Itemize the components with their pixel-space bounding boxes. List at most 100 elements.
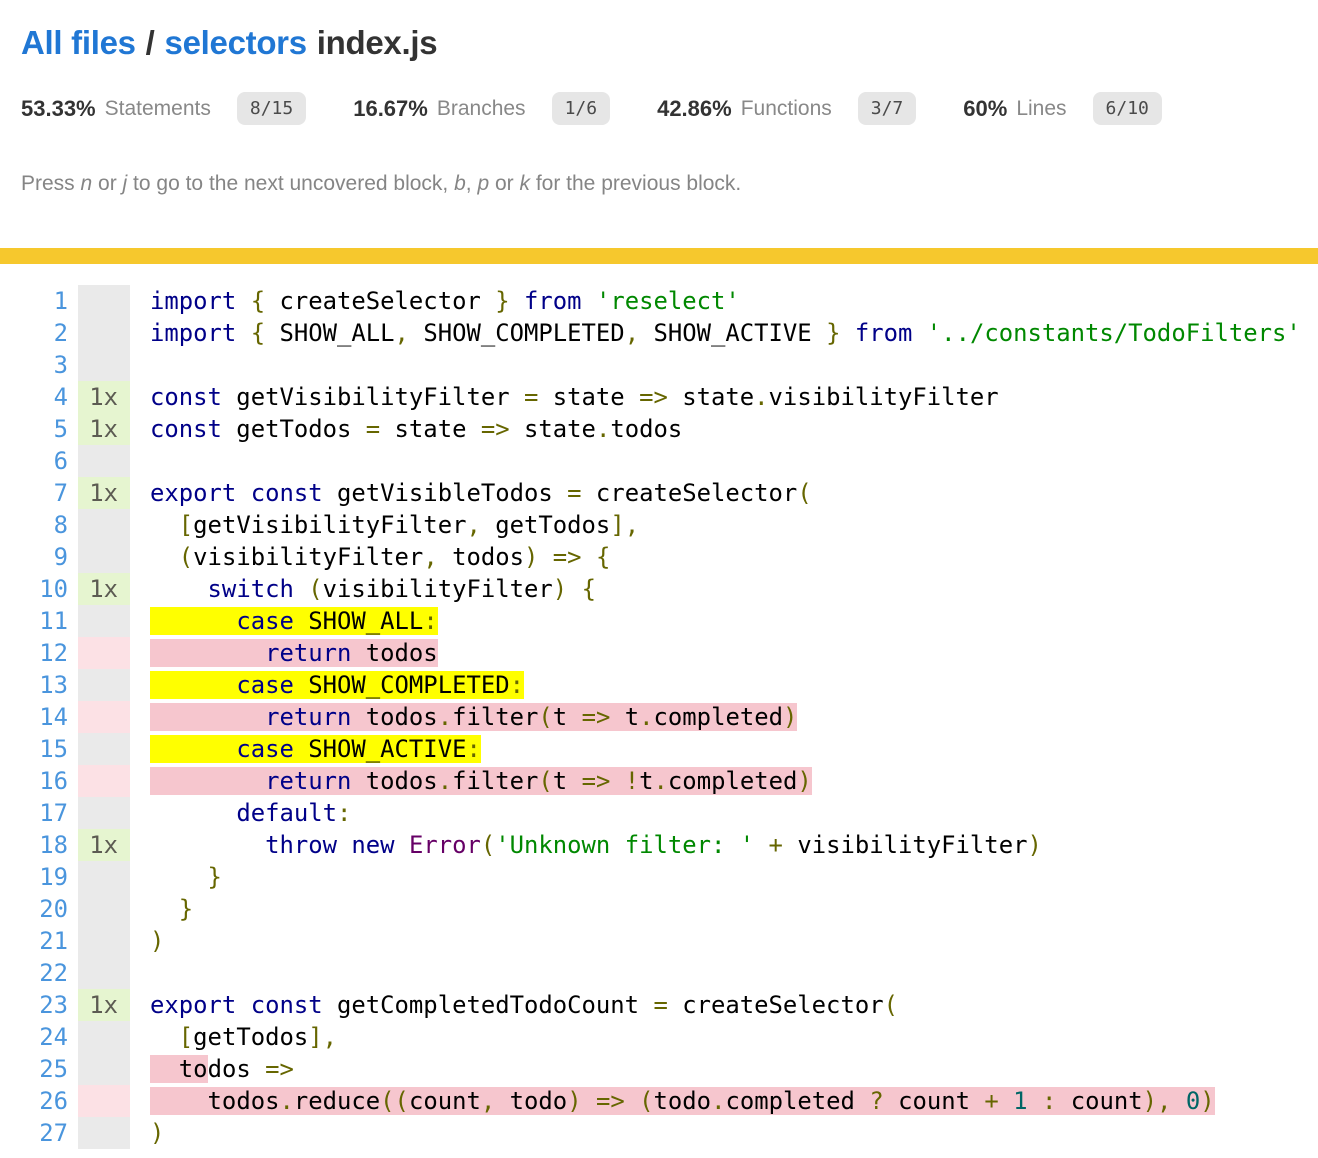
uncovered-statement: => xyxy=(582,703,611,731)
token: from xyxy=(855,319,913,347)
code-text: const getVisibilityFilter = state => sta… xyxy=(130,381,1318,413)
token: Error xyxy=(409,831,481,859)
token: } xyxy=(826,319,840,347)
line-number: 21 xyxy=(0,925,68,957)
uncovered-statement xyxy=(1171,1087,1185,1115)
token xyxy=(150,831,265,859)
line-number: 23 xyxy=(0,989,68,1021)
uncovered-branch: : xyxy=(423,607,437,635)
token: { xyxy=(251,287,265,315)
token: getTodos xyxy=(222,415,366,443)
uncovered-branch: SHOW_ACTIVE xyxy=(294,735,467,763)
coverage-report-page: { "breadcrumb": { "all_files": "All file… xyxy=(0,0,1318,1158)
token: const xyxy=(150,383,222,411)
uncovered-statement: : xyxy=(1042,1087,1056,1115)
uncovered-statement: ? xyxy=(869,1087,883,1115)
uncovered-statement: t xyxy=(610,703,639,731)
code-text: todos.reduce((count, todo) => (todo.comp… xyxy=(130,1085,1318,1117)
code-text xyxy=(130,349,1318,381)
uncovered-branch: SHOW_COMPLETED xyxy=(294,671,510,699)
token: state xyxy=(510,415,596,443)
coverage-status-banner xyxy=(0,248,1318,264)
token: import xyxy=(150,319,236,347)
uncovered-statement: => xyxy=(596,1087,625,1115)
line-number: 16 xyxy=(0,765,68,797)
token: => xyxy=(265,1055,294,1083)
line-hit-count xyxy=(78,445,130,477)
line-number: 8 xyxy=(0,509,68,541)
metric-fraction-badge: 1/6 xyxy=(552,92,611,125)
token xyxy=(582,543,596,571)
uncovered-statement: , xyxy=(481,1087,495,1115)
token: = xyxy=(366,415,380,443)
line-number: 17 xyxy=(0,797,68,829)
line-hit-count xyxy=(78,701,130,733)
uncovered-statement: todo xyxy=(495,1087,567,1115)
token: ) xyxy=(150,1119,164,1147)
code-line-7: 71xexport const getVisibleTodos = create… xyxy=(0,477,1318,509)
uncovered-statement: count xyxy=(884,1087,985,1115)
token: ( xyxy=(797,479,811,507)
metric-fraction-badge: 6/10 xyxy=(1093,92,1162,125)
uncovered-statement: (( xyxy=(380,1087,409,1115)
line-hit-count: 1x xyxy=(78,477,130,509)
token: SHOW_COMPLETED xyxy=(409,319,625,347)
uncovered-statement xyxy=(150,1087,208,1115)
uncovered-statement: t xyxy=(553,767,582,795)
line-number: 13 xyxy=(0,669,68,701)
line-number: 27 xyxy=(0,1117,68,1149)
metric-percentage: 16.67% xyxy=(353,96,428,122)
token xyxy=(236,319,250,347)
line-number: 2 xyxy=(0,317,68,349)
uncovered-statement: t xyxy=(553,703,582,731)
token: getVisibleTodos xyxy=(323,479,568,507)
line-hit-count xyxy=(78,349,130,381)
code-text: throw new Error('Unknown filter: ' + vis… xyxy=(130,829,1318,861)
breadcrumb-all-files-link[interactable]: All files xyxy=(21,24,136,61)
breadcrumb-folder-link[interactable]: selectors xyxy=(165,24,307,61)
line-number: 14 xyxy=(0,701,68,733)
token: ) xyxy=(150,927,164,955)
code-line-15: 15 case SHOW_ACTIVE: xyxy=(0,733,1318,765)
uncovered-branch: case xyxy=(236,671,294,699)
line-number: 11 xyxy=(0,605,68,637)
uncovered-statement: t xyxy=(639,767,653,795)
uncovered-statement: 0 xyxy=(1186,1087,1200,1115)
code-line-10: 101x switch (visibilityFilter) { xyxy=(0,573,1318,605)
token: . xyxy=(754,383,768,411)
uncovered-statement: . xyxy=(438,703,452,731)
token: getCompletedTodoCount xyxy=(323,991,654,1019)
token: => xyxy=(481,415,510,443)
token xyxy=(337,831,351,859)
token xyxy=(840,319,854,347)
token: visibilityFilter xyxy=(769,383,999,411)
line-hit-count xyxy=(78,541,130,573)
hint-key: p xyxy=(477,172,489,195)
token: ) xyxy=(553,575,567,603)
uncovered-statement: todos xyxy=(208,1087,280,1115)
metric-lines: 60%Lines6/10 xyxy=(963,92,1162,125)
uncovered-statement: ) xyxy=(797,767,811,795)
token: [ xyxy=(179,511,193,539)
uncovered-statement: . xyxy=(438,767,452,795)
uncovered-statement: ) xyxy=(1200,1087,1214,1115)
token: todos xyxy=(438,543,524,571)
line-number: 15 xyxy=(0,733,68,765)
token: dos xyxy=(208,1055,266,1083)
token xyxy=(236,287,250,315)
uncovered-statement xyxy=(150,767,265,795)
source-code-view: 1import { createSelector } from 'reselec… xyxy=(0,285,1318,1149)
code-text: case SHOW_COMPLETED: xyxy=(130,669,1318,701)
uncovered-statement: ( xyxy=(538,767,552,795)
uncovered-branch: case xyxy=(236,607,294,635)
token: } xyxy=(495,287,509,315)
line-hit-count: 1x xyxy=(78,573,130,605)
code-line-2: 2 import { SHOW_ALL, SHOW_COMPLETED, SHOW… xyxy=(0,317,1318,349)
line-hit-count xyxy=(78,669,130,701)
line-number: 24 xyxy=(0,1021,68,1053)
code-text: import { SHOW_ALL, SHOW_COMPLETED, SHOW_… xyxy=(130,317,1318,349)
token: new xyxy=(351,831,394,859)
metric-percentage: 53.33% xyxy=(21,96,96,122)
token: getVisibilityFilter xyxy=(193,511,466,539)
report-header: All files/selectorsindex.js 53.33%Statem… xyxy=(0,0,1318,196)
